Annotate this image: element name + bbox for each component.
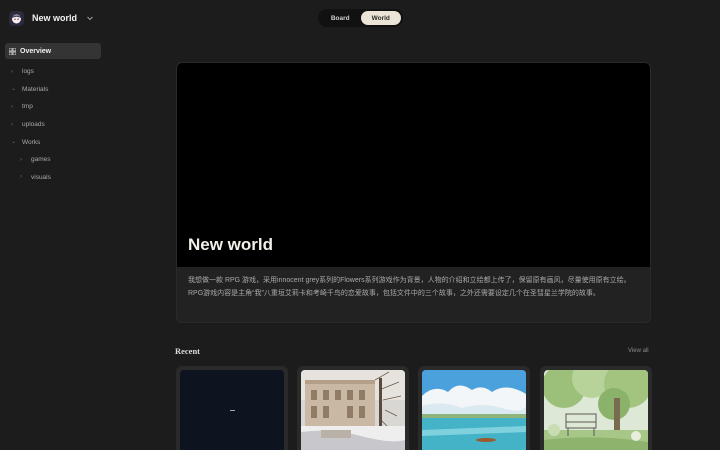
chevron-right-icon: ›: [20, 174, 22, 181]
sidebar-item-label: tmp: [22, 103, 33, 111]
sidebar-item-label: Works: [22, 138, 41, 146]
workspace-switcher[interactable]: New world: [9, 9, 94, 27]
board-view-button[interactable]: Board: [320, 11, 361, 25]
sidebar-item-works[interactable]: ⌄ Works: [5, 133, 101, 151]
world-view-button[interactable]: World: [360, 11, 401, 25]
sidebar-item-visuals[interactable]: › visuals: [5, 169, 101, 187]
recent-card[interactable]: [297, 366, 409, 450]
workspace-title: New world: [32, 13, 78, 23]
chevron-right-icon: ›: [11, 68, 13, 75]
mascot-icon: [9, 10, 24, 26]
chevron-down-icon: [87, 16, 93, 21]
app-root: New world Overview › logs ⌄ Materials › …: [0, 0, 720, 450]
sidebar: New world Overview › logs ⌄ Materials › …: [0, 0, 108, 450]
recent-card[interactable]: [176, 366, 288, 450]
snowy-building-thumbnail: [301, 370, 405, 450]
sidebar-item-logs[interactable]: › logs: [5, 63, 101, 81]
dark-scene-thumbnail: [180, 370, 284, 450]
grid-icon: [9, 47, 16, 55]
sidebar-item-tmp[interactable]: › tmp: [5, 98, 101, 116]
sidebar-item-label: games: [31, 156, 51, 164]
chevron-right-icon: ›: [11, 103, 13, 110]
sidebar-item-label: Materials: [22, 85, 49, 93]
chevron-down-icon: ⌄: [11, 139, 17, 146]
sidebar-item-label: visuals: [31, 173, 51, 181]
recent-cards: [176, 366, 652, 450]
chevron-right-icon: ›: [11, 121, 13, 128]
world-hero-card[interactable]: New world 我想做一款 RPG 游戏，采用innocent grey系列…: [176, 62, 651, 323]
recent-section-title: Recent: [175, 346, 201, 356]
sidebar-item-label: logs: [22, 68, 34, 76]
view-all-link[interactable]: View all: [628, 348, 649, 354]
sidebar-item-games[interactable]: › games: [5, 151, 101, 169]
chevron-right-icon: ›: [20, 156, 22, 163]
sidebar-item-label: Overview: [20, 47, 52, 55]
view-toggle: Board World: [318, 9, 403, 27]
recent-card[interactable]: [418, 366, 530, 450]
recent-card[interactable]: [540, 366, 652, 450]
sidebar-nav: Overview › logs ⌄ Materials › tmp › uplo…: [5, 43, 101, 186]
lake-sky-thumbnail: [422, 370, 526, 450]
world-description: 我想做一款 RPG 游戏，采用innocent grey系列的Flowers系列…: [188, 277, 631, 297]
chevron-down-icon: ⌄: [11, 86, 17, 93]
page-title: New world: [188, 235, 274, 254]
garden-bench-thumbnail: [544, 370, 648, 450]
sidebar-item-label: uploads: [22, 121, 45, 129]
sidebar-item-uploads[interactable]: › uploads: [5, 116, 101, 134]
sidebar-item-overview[interactable]: Overview: [5, 43, 101, 59]
sidebar-item-materials[interactable]: ⌄ Materials: [5, 81, 101, 99]
